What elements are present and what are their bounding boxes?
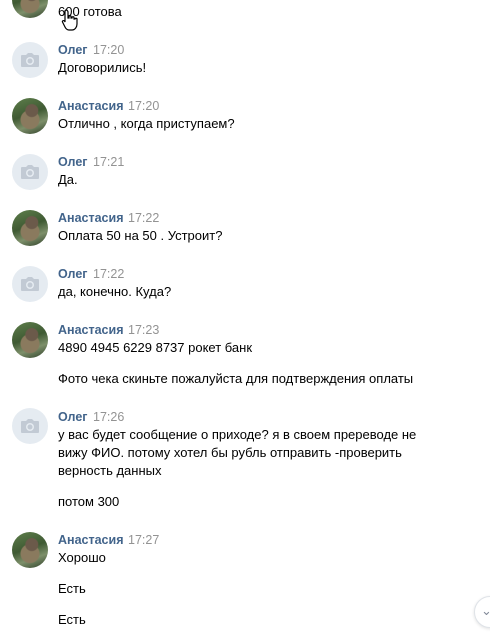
message-text: Фото чека скиньте пожалуйста для подтвер… (58, 371, 414, 386)
chevron-down-icon: ⌄ (481, 603, 490, 618)
camera-icon (21, 165, 39, 179)
message-time[interactable]: 17:21 (93, 155, 124, 169)
camera-icon (21, 277, 39, 291)
message-text: Хорошо (58, 550, 106, 565)
camera-icon (21, 419, 39, 433)
sender-name[interactable]: Анастасия (58, 323, 124, 337)
sender-name[interactable]: Олег (58, 43, 88, 57)
message-text: 4890 4945 6229 8737 рокет банк (58, 340, 253, 355)
avatar[interactable] (12, 322, 48, 358)
hand-cursor-icon (61, 9, 78, 31)
message-time[interactable]: 17:20 (128, 99, 159, 113)
message-text: Договорились! (58, 60, 147, 75)
sender-name[interactable]: Анастасия (58, 99, 124, 113)
message-text: потом 300 (58, 494, 120, 509)
message-text: Отлично , когда приступаем? (58, 116, 235, 131)
avatar[interactable] (12, 210, 48, 246)
sender-name[interactable]: Анастасия (58, 533, 124, 547)
message-time[interactable]: 17:22 (93, 267, 124, 281)
message-time[interactable]: 17:22 (128, 211, 159, 225)
avatar[interactable] (12, 408, 48, 444)
message-text: Оплата 50 на 50 . Устроит? (58, 228, 223, 243)
message-text: верность данных (58, 463, 162, 478)
sender-name[interactable]: Олег (58, 267, 88, 281)
scroll-down-button[interactable]: ⌄ (474, 596, 490, 628)
avatar[interactable] (12, 42, 48, 78)
avatar[interactable] (12, 0, 48, 18)
message-text: да, конечно. Куда? (58, 284, 172, 299)
sender-name[interactable]: Анастасия (58, 211, 124, 225)
message-text: вижу ФИО. потому хотел бы рубль отправит… (58, 445, 402, 460)
message-text: у вас будет сообщение о приходе? я в сво… (58, 427, 417, 442)
avatar[interactable] (12, 98, 48, 134)
message-text: Есть (58, 612, 86, 627)
message-time[interactable]: 17:23 (128, 323, 159, 337)
avatar[interactable] (12, 154, 48, 190)
message-history: 600 готова Олег 17:20 Договорились! Анас… (0, 0, 490, 638)
message-time[interactable]: 17:26 (93, 410, 124, 424)
sender-name[interactable]: Олег (58, 410, 88, 424)
message-text: Да. (58, 172, 78, 187)
sender-name[interactable]: Олег (58, 155, 88, 169)
avatar[interactable] (12, 266, 48, 302)
avatar[interactable] (12, 532, 48, 568)
message-time[interactable]: 17:27 (128, 533, 159, 547)
camera-icon (21, 53, 39, 67)
message-time[interactable]: 17:20 (93, 43, 124, 57)
message-text: Есть (58, 581, 86, 596)
